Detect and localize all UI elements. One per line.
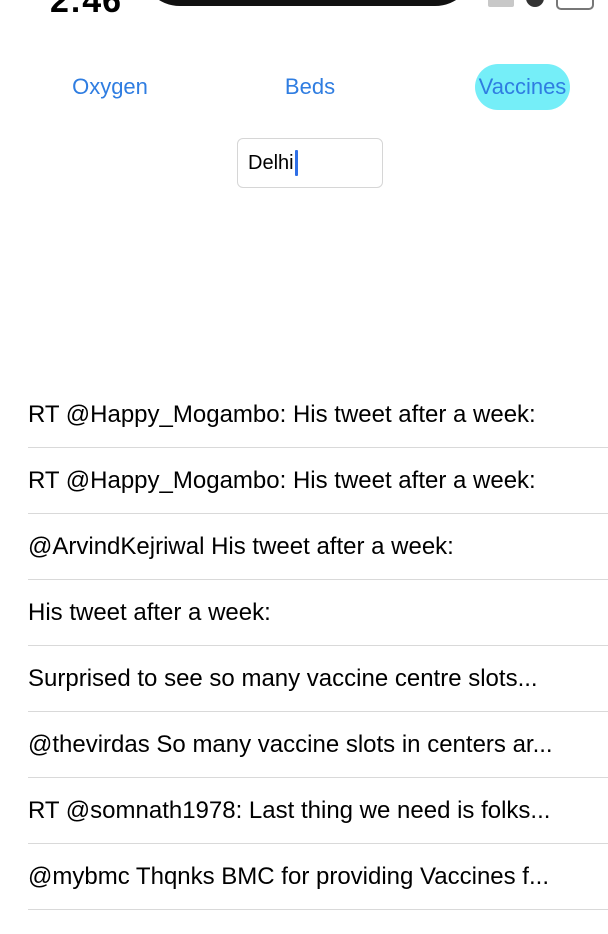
- tweet-row[interactable]: His tweet after a week:: [0, 580, 608, 646]
- city-search-input[interactable]: Delhi: [237, 138, 383, 188]
- city-search-value: Delhi: [248, 151, 294, 174]
- tab-beds[interactable]: Beds: [250, 64, 370, 110]
- tweet-row[interactable]: @thevirdas So many vaccine slots in cent…: [0, 712, 608, 778]
- tweet-row[interactable]: @mybmc Thqnks BMC for providing Vaccines…: [0, 844, 608, 910]
- tweet-text: His tweet after a week:: [28, 599, 271, 626]
- tweet-row[interactable]: RT @Happy_Mogambo: His tweet after a wee…: [0, 448, 608, 514]
- wifi-icon: [526, 0, 544, 7]
- tweet-list[interactable]: RT @Happy_Mogambo: His tweet after a wee…: [0, 382, 608, 910]
- status-bar-time: 2:46: [50, 0, 123, 20]
- row-separator: [28, 909, 608, 910]
- status-icons: [488, 0, 594, 10]
- tweet-text: RT @Happy_Mogambo: His tweet after a wee…: [28, 401, 536, 428]
- tweet-row[interactable]: RT @Happy_Mogambo: His tweet after a wee…: [0, 382, 608, 448]
- tweet-row[interactable]: RT @somnath1978: Last thing we need is f…: [0, 778, 608, 844]
- text-cursor: [294, 150, 298, 176]
- tweet-text: @thevirdas So many vaccine slots in cent…: [28, 731, 553, 758]
- tweet-text: Surprised to see so many vaccine centre …: [28, 665, 538, 692]
- battery-icon: [556, 0, 594, 10]
- tab-vaccines[interactable]: Vaccines: [475, 64, 570, 110]
- tweet-row[interactable]: @ArvindKejriwal His tweet after a week:: [0, 514, 608, 580]
- tab-oxygen[interactable]: Oxygen: [50, 64, 170, 110]
- cellular-signal-icon: [488, 0, 514, 7]
- tweet-text: RT @somnath1978: Last thing we need is f…: [28, 797, 551, 824]
- tweet-text: @ArvindKejriwal His tweet after a week:: [28, 533, 454, 560]
- tweet-row[interactable]: Surprised to see so many vaccine centre …: [0, 646, 608, 712]
- tweet-text: @mybmc Thqnks BMC for providing Vaccines…: [28, 863, 549, 890]
- device-notch: [140, 0, 475, 6]
- tweet-text: RT @Happy_Mogambo: His tweet after a wee…: [28, 467, 536, 494]
